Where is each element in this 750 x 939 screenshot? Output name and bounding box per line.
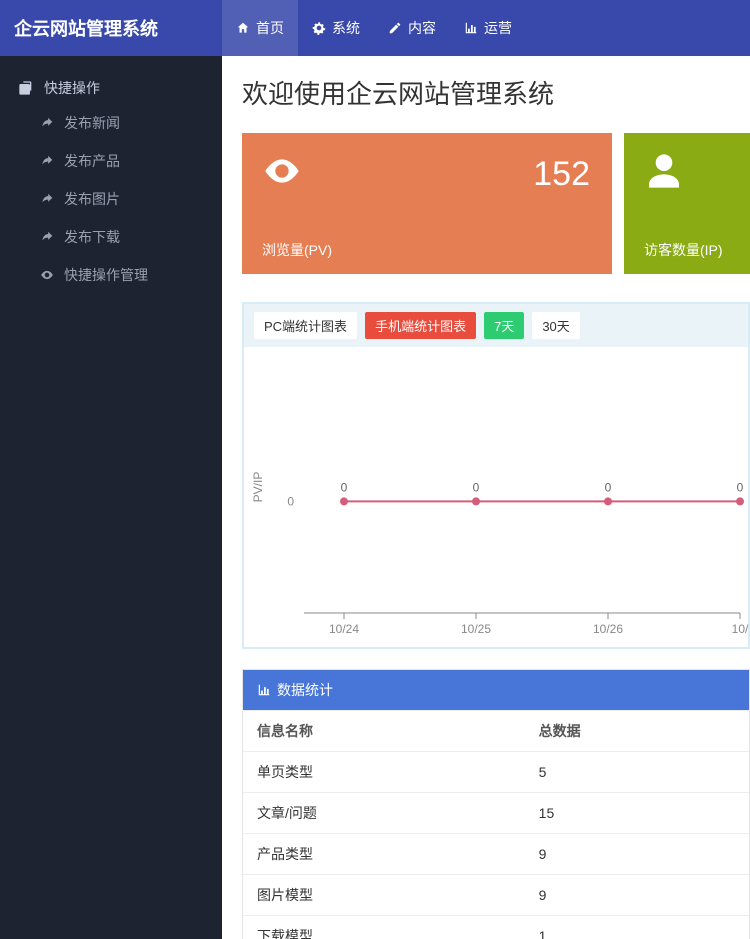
stat-card-pv[interactable]: 152 浏览量(PV) bbox=[242, 133, 612, 274]
nav-label: 内容 bbox=[408, 18, 436, 38]
sidebar-item[interactable]: 发布产品 bbox=[0, 142, 222, 180]
gears-icon bbox=[312, 21, 326, 35]
chart-icon bbox=[257, 683, 271, 697]
data-label: 0 bbox=[605, 480, 612, 494]
sidebar-heading-label: 快捷操作 bbox=[44, 78, 100, 98]
data-point bbox=[604, 497, 612, 505]
sidebar-heading[interactable]: 快捷操作 bbox=[0, 72, 222, 104]
table-row: 下载模型1 bbox=[243, 916, 749, 939]
page-title: 欢迎使用企云网站管理系统 bbox=[242, 74, 750, 111]
nav-home[interactable]: 首页 bbox=[222, 0, 298, 56]
sidebar-item[interactable]: 发布新闻 bbox=[0, 104, 222, 142]
data-point bbox=[736, 497, 744, 505]
stats-panel: 数据统计 信息名称 总数据 单页类型5文章/问题15产品类型9图片模型9下载模型… bbox=[242, 669, 750, 939]
chart-tabs: PC端统计图表 手机端统计图表 7天 30天 bbox=[244, 304, 748, 347]
x-tick-label: 10/ bbox=[732, 622, 749, 636]
top-nav: 首页 系统 内容 运营 bbox=[222, 0, 526, 56]
chart-body: PV/IP 0 0 10/24 0 10/25 0 10/26 0 10/ bbox=[244, 347, 748, 647]
nav-label: 首页 bbox=[256, 18, 284, 38]
share-icon bbox=[40, 230, 54, 244]
chart-panel: PC端统计图表 手机端统计图表 7天 30天 PV/IP 0 0 10/24 0 10/2… bbox=[242, 302, 750, 649]
eye-icon bbox=[40, 268, 54, 282]
x-tick-label: 10/24 bbox=[329, 622, 359, 636]
layout: 快捷操作 发布新闻发布产品发布图片发布下载快捷操作管理 欢迎使用企云网站管理系统… bbox=[0, 56, 750, 939]
sidebar-item-label: 快捷操作管理 bbox=[64, 265, 148, 285]
table-row: 图片模型9 bbox=[243, 875, 749, 916]
data-label: 0 bbox=[737, 480, 744, 494]
stats-table: 信息名称 总数据 单页类型5文章/问题15产品类型9图片模型9下载模型1 bbox=[243, 710, 749, 939]
edit-icon bbox=[388, 21, 402, 35]
table-row: 文章/问题15 bbox=[243, 793, 749, 834]
nav-gears[interactable]: 系统 bbox=[298, 0, 374, 56]
share-icon bbox=[40, 154, 54, 168]
share-icon bbox=[40, 116, 54, 130]
sidebar-item-label: 发布新闻 bbox=[64, 113, 120, 133]
stat-card-ip[interactable]: 访客数量(IP) bbox=[624, 133, 750, 274]
nav-label: 运营 bbox=[484, 18, 512, 38]
copy-icon bbox=[18, 80, 34, 96]
main-content: 欢迎使用企云网站管理系统 152 浏览量(PV) 访客数量(IP) PC端统计图… bbox=[222, 56, 750, 939]
stats-title: 数据统计 bbox=[277, 680, 333, 700]
tab-7days[interactable]: 7天 bbox=[484, 312, 524, 339]
data-label: 0 bbox=[473, 480, 480, 494]
topbar: 企云网站管理系统 首页 系统 内容 运营 bbox=[0, 0, 750, 56]
sidebar-item-label: 发布图片 bbox=[64, 189, 120, 209]
cell-name: 下载模型 bbox=[243, 916, 525, 939]
tab-mobile-chart[interactable]: 手机端统计图表 bbox=[365, 312, 476, 339]
stat-cards: 152 浏览量(PV) 访客数量(IP) bbox=[242, 133, 750, 274]
col-total: 总数据 bbox=[525, 711, 749, 752]
stats-header: 数据统计 bbox=[243, 670, 749, 710]
cell-name: 图片模型 bbox=[243, 875, 525, 916]
chart-icon bbox=[464, 21, 478, 35]
y-tick: 0 bbox=[287, 494, 294, 508]
cell-val: 9 bbox=[525, 834, 749, 875]
stat-value: 152 bbox=[533, 155, 590, 194]
cell-val: 1 bbox=[525, 916, 749, 939]
nav-edit[interactable]: 内容 bbox=[374, 0, 450, 56]
user-icon bbox=[644, 151, 684, 191]
y-axis-label: PV/IP bbox=[251, 472, 265, 503]
sidebar-item[interactable]: 发布图片 bbox=[0, 180, 222, 218]
data-label: 0 bbox=[341, 480, 348, 494]
table-row: 单页类型5 bbox=[243, 752, 749, 793]
cell-val: 9 bbox=[525, 875, 749, 916]
cell-name: 文章/问题 bbox=[243, 793, 525, 834]
data-point bbox=[340, 497, 348, 505]
data-point bbox=[472, 497, 480, 505]
table-row: 产品类型9 bbox=[243, 834, 749, 875]
sidebar: 快捷操作 发布新闻发布产品发布图片发布下载快捷操作管理 bbox=[0, 56, 222, 939]
nav-label: 系统 bbox=[332, 18, 360, 38]
col-name: 信息名称 bbox=[243, 711, 525, 752]
x-tick-label: 10/26 bbox=[593, 622, 623, 636]
share-icon bbox=[40, 192, 54, 206]
eye-icon bbox=[262, 151, 302, 191]
stat-label: 浏览量(PV) bbox=[262, 240, 592, 260]
stat-label: 访客数量(IP) bbox=[644, 240, 734, 260]
line-chart: PV/IP 0 0 10/24 0 10/25 0 10/26 0 10/ bbox=[244, 347, 750, 647]
nav-chart[interactable]: 运营 bbox=[450, 0, 526, 56]
sidebar-item[interactable]: 快捷操作管理 bbox=[0, 256, 222, 294]
cell-val: 15 bbox=[525, 793, 749, 834]
tab-pc-chart[interactable]: PC端统计图表 bbox=[254, 312, 357, 339]
sidebar-item-label: 发布下载 bbox=[64, 227, 120, 247]
brand-title: 企云网站管理系统 bbox=[0, 15, 222, 41]
cell-val: 5 bbox=[525, 752, 749, 793]
home-icon bbox=[236, 21, 250, 35]
cell-name: 单页类型 bbox=[243, 752, 525, 793]
sidebar-item-label: 发布产品 bbox=[64, 151, 120, 171]
sidebar-item[interactable]: 发布下载 bbox=[0, 218, 222, 256]
tab-30days[interactable]: 30天 bbox=[532, 312, 579, 339]
cell-name: 产品类型 bbox=[243, 834, 525, 875]
x-tick-label: 10/25 bbox=[461, 622, 491, 636]
